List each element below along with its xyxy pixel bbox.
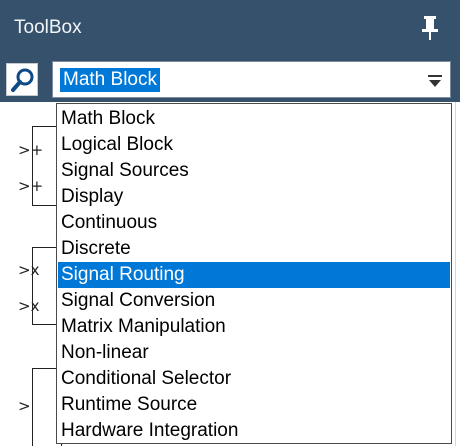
search-row: Math Block xyxy=(0,57,460,102)
dropdown-item-signal-sources[interactable]: Signal Sources xyxy=(58,158,450,184)
block-port-symbol: >+ xyxy=(18,177,44,195)
pin-icon[interactable] xyxy=(418,14,442,42)
dropdown-item-conditional-selector[interactable]: Conditional Selector xyxy=(58,366,450,392)
chevron-down-icon[interactable] xyxy=(426,72,444,90)
toolbox-title-bar: ToolBox xyxy=(0,0,460,57)
search-button[interactable] xyxy=(6,63,38,96)
search-icon xyxy=(11,68,34,92)
dropdown-item-display[interactable]: Display xyxy=(58,184,450,210)
window-title: ToolBox xyxy=(14,17,82,38)
category-dropdown-list[interactable]: Math Block Logical Block Signal Sources … xyxy=(56,103,452,444)
dropdown-item-non-linear[interactable]: Non-linear xyxy=(58,340,450,366)
dropdown-item-signal-routing[interactable]: Signal Routing xyxy=(58,262,450,288)
dropdown-item-logical-block[interactable]: Logical Block xyxy=(58,132,450,158)
dropdown-item-math-block[interactable]: Math Block xyxy=(58,106,450,132)
block-port-symbol: >+ xyxy=(18,141,44,159)
selected-category: Math Block xyxy=(60,68,160,92)
dropdown-item-runtime-source[interactable]: Runtime Source xyxy=(58,392,450,418)
dropdown-item-continuous[interactable]: Continuous xyxy=(58,210,450,236)
block-port-symbol: >x xyxy=(18,261,40,279)
dropdown-item-hardware-integration[interactable]: Hardware Integration xyxy=(58,418,450,444)
block-port-symbol: > xyxy=(18,397,31,415)
block-category-select[interactable]: Math Block xyxy=(52,61,451,98)
block-port-symbol: >x xyxy=(18,297,40,315)
dropdown-item-matrix-manipulation[interactable]: Matrix Manipulation xyxy=(58,314,450,340)
dropdown-item-signal-conversion[interactable]: Signal Conversion xyxy=(58,288,450,314)
panel-right-edge xyxy=(455,102,460,446)
dropdown-item-discrete[interactable]: Discrete xyxy=(58,236,450,262)
